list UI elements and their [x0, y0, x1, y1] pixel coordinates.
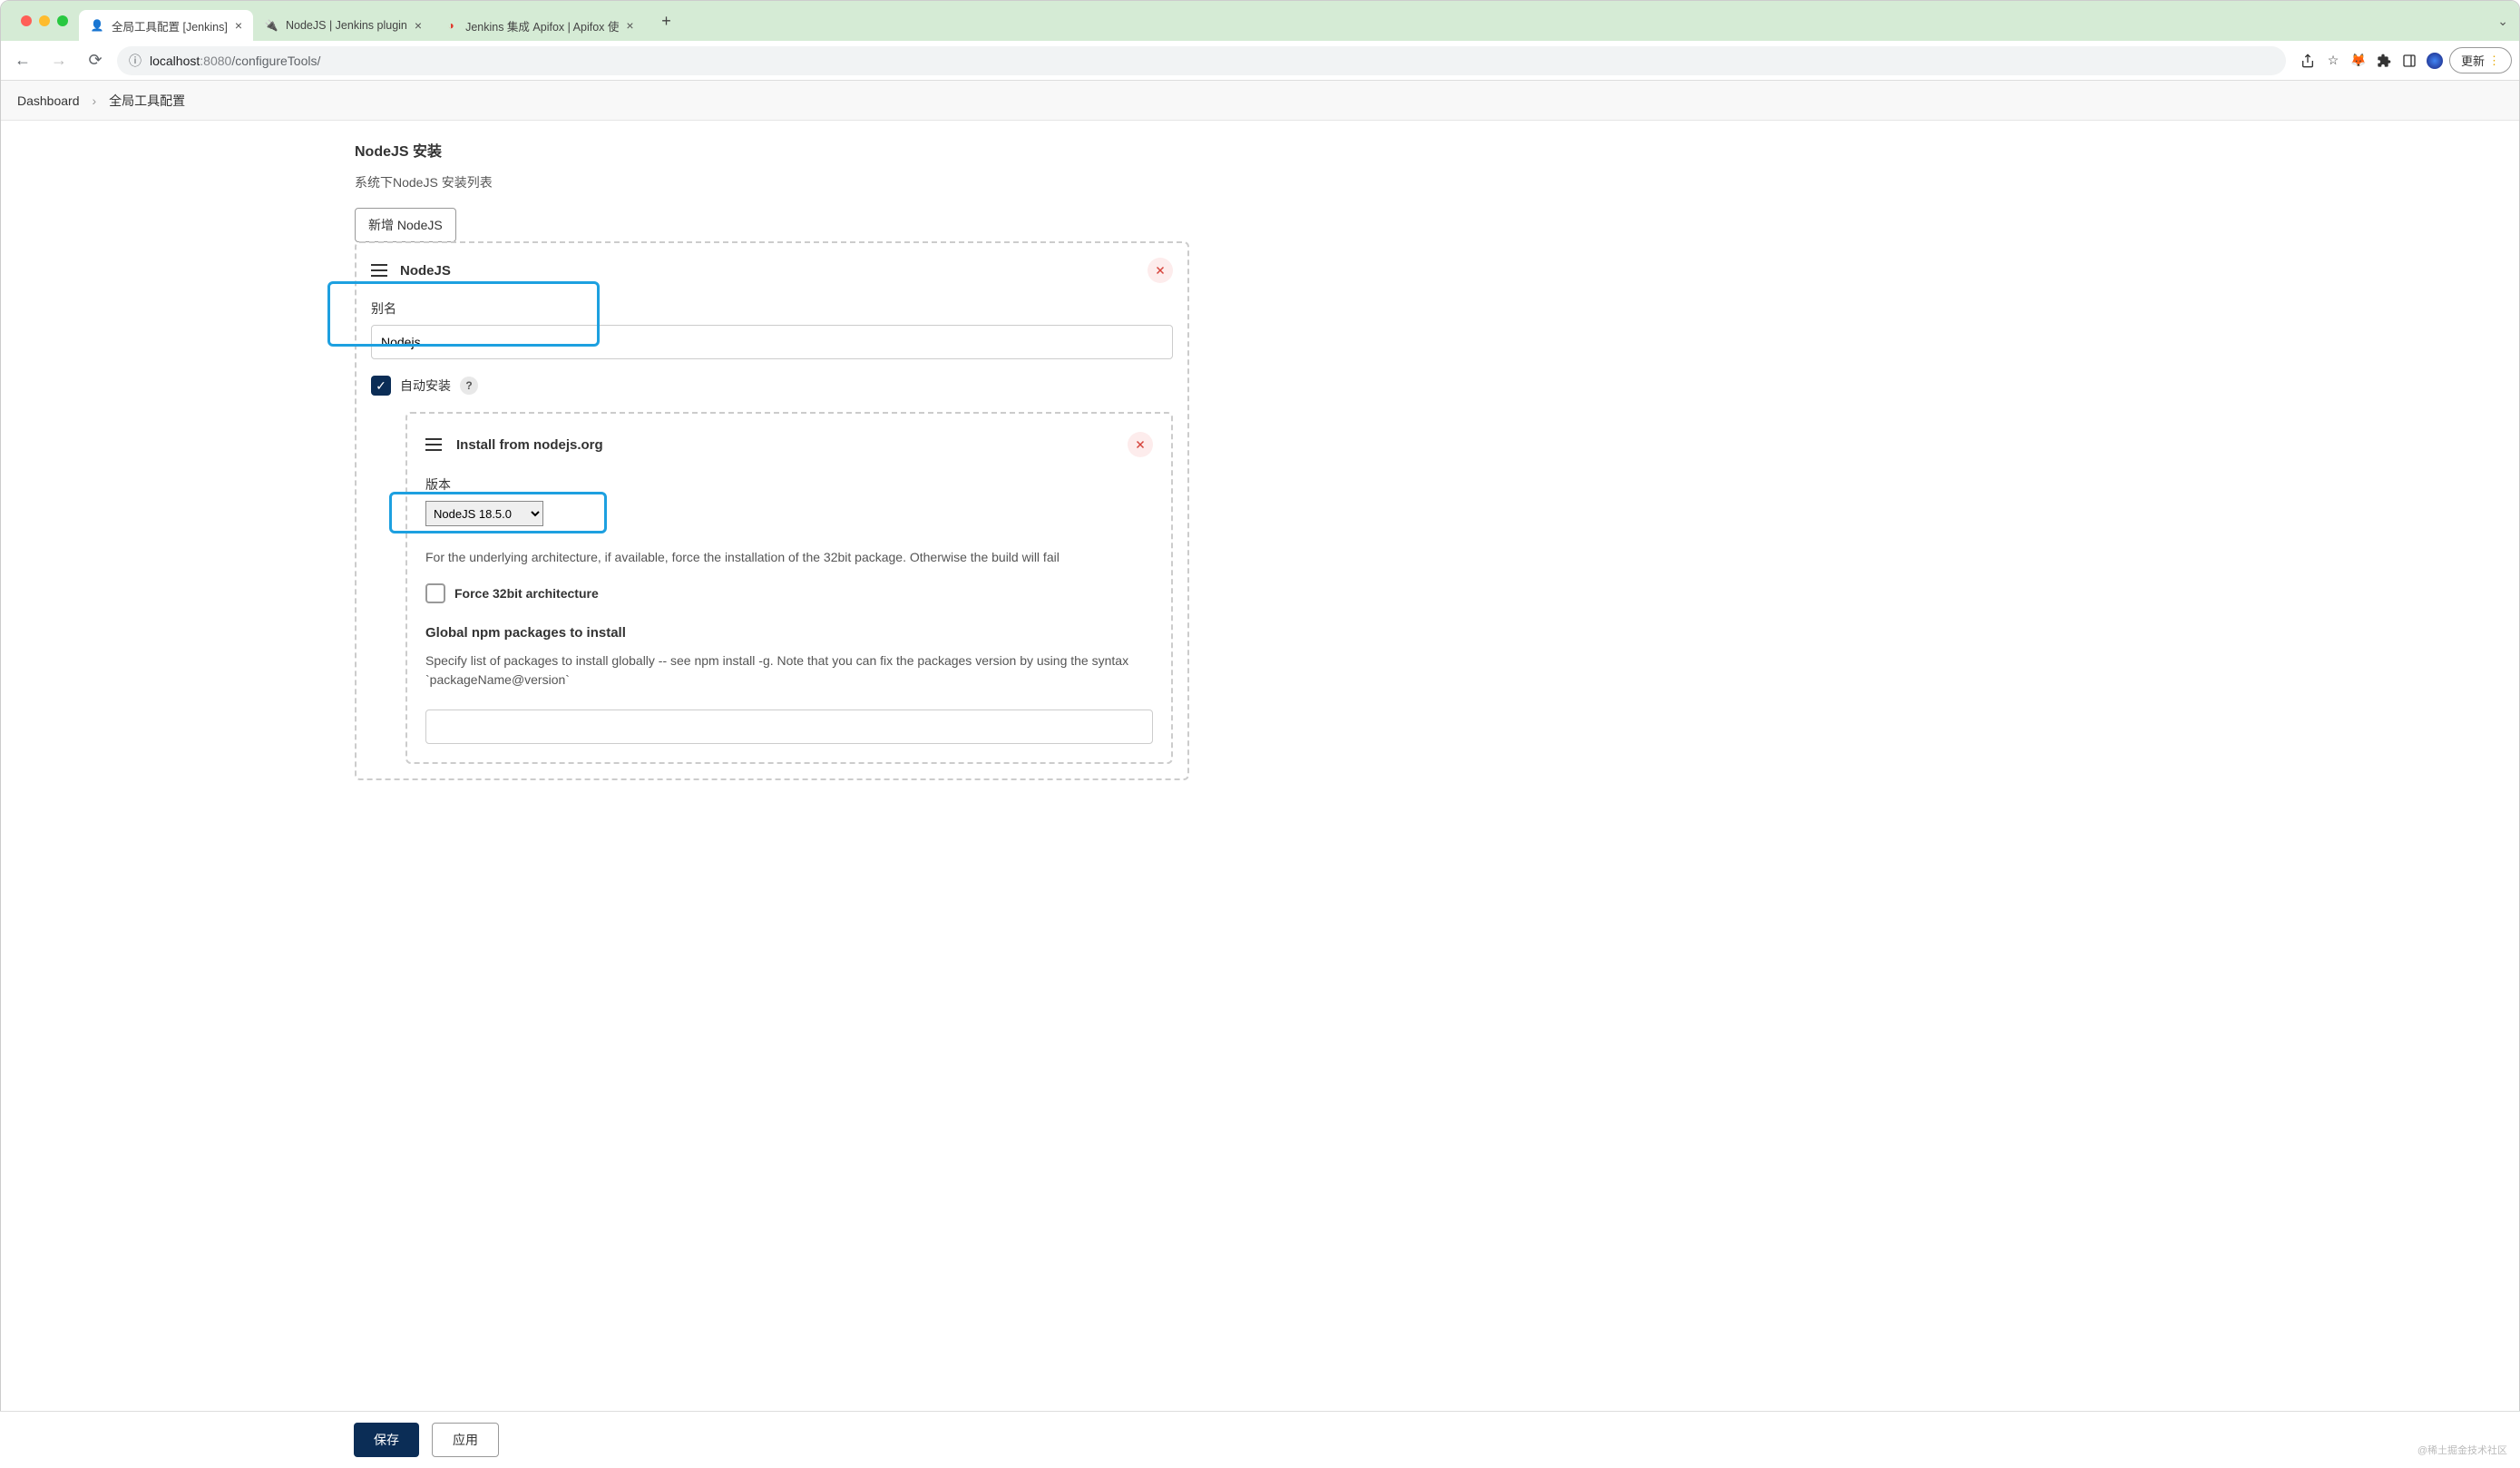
address-bar[interactable]: ⓘ localhost:8080/configureTools/	[117, 46, 2286, 75]
reload-button[interactable]: ⟳	[81, 46, 110, 75]
help-icon[interactable]: ?	[460, 377, 478, 395]
save-button[interactable]: 保存	[354, 1423, 419, 1457]
new-tab-button[interactable]: +	[654, 8, 679, 34]
window-close-button[interactable]	[21, 15, 32, 26]
site-info-icon[interactable]: ⓘ	[128, 54, 142, 68]
global-packages-label: Global npm packages to install	[425, 625, 1153, 641]
back-button[interactable]: ←	[8, 46, 37, 75]
tab-close-icon[interactable]: ×	[415, 18, 422, 33]
force-32bit-checkbox[interactable]	[425, 583, 445, 603]
browser-tab-1[interactable]: 🔌 NodeJS | Jenkins plugin ×	[253, 10, 433, 41]
breadcrumb-current[interactable]: 全局工具配置	[109, 92, 185, 110]
global-packages-help-text: Specify list of packages to install glob…	[425, 651, 1153, 690]
tab-title: Jenkins 集成 Apifox | Apifox 使	[465, 17, 619, 34]
jenkins-favicon: 👤	[90, 18, 104, 33]
tabs-dropdown-icon[interactable]: ⌄	[2497, 14, 2508, 28]
browser-toolbar: ← → ⟳ ⓘ localhost:8080/configureTools/ ☆…	[1, 41, 2519, 81]
sidepanel-icon[interactable]	[2398, 50, 2420, 72]
installer-title: Install from nodejs.org	[456, 437, 603, 453]
tab-title: NodeJS | Jenkins plugin	[286, 19, 407, 32]
url-host: localhost	[150, 54, 200, 68]
breadcrumb-separator-icon: ›	[93, 93, 97, 108]
breadcrumb-dashboard[interactable]: Dashboard	[17, 93, 80, 108]
tab-title: 全局工具配置 [Jenkins]	[112, 17, 228, 34]
apifox-favicon: ◑	[444, 18, 458, 33]
add-nodejs-button[interactable]: 新增 NodeJS	[355, 208, 456, 242]
share-icon[interactable]	[2297, 50, 2319, 72]
alias-input[interactable]	[371, 325, 1173, 359]
watermark-text: @稀土掘金技术社区	[2417, 1443, 2507, 1457]
force-32bit-label: Force 32bit architecture	[454, 586, 599, 601]
browser-tab-strip: 👤 全局工具配置 [Jenkins] × 🔌 NodeJS | Jenkins …	[1, 1, 2519, 41]
extensions-icon[interactable]	[2373, 50, 2395, 72]
menu-dots-icon: ⋮	[2488, 54, 2500, 68]
version-label: 版本	[425, 475, 1153, 494]
jenkins-plugin-favicon: 🔌	[264, 18, 278, 33]
remove-installer-button[interactable]	[1128, 432, 1153, 457]
auto-install-label: 自动安装	[400, 377, 451, 395]
window-traffic-lights	[10, 15, 79, 26]
section-title: NodeJS 安装	[355, 139, 1189, 161]
metamask-icon[interactable]: 🦊	[2348, 50, 2369, 72]
profile-icon[interactable]	[2424, 50, 2446, 72]
auto-install-checkbox[interactable]: ✓	[371, 376, 391, 396]
drag-handle-icon[interactable]	[371, 264, 387, 277]
nodejs-block-title: NodeJS	[400, 263, 451, 279]
remove-nodejs-button[interactable]	[1148, 258, 1173, 283]
section-subtitle: 系统下NodeJS 安装列表	[355, 173, 1189, 191]
breadcrumb: Dashboard › 全局工具配置	[1, 81, 2519, 121]
window-minimize-button[interactable]	[39, 15, 50, 26]
bookmark-icon[interactable]: ☆	[2322, 50, 2344, 72]
tab-close-icon[interactable]: ×	[235, 18, 242, 33]
update-button[interactable]: 更新 ⋮	[2449, 47, 2512, 73]
checkmark-icon: ✓	[376, 378, 386, 394]
url-port: :8080	[200, 54, 231, 68]
forward-button[interactable]: →	[44, 46, 73, 75]
drag-handle-icon[interactable]	[425, 438, 442, 451]
browser-tab-2[interactable]: ◑ Jenkins 集成 Apifox | Apifox 使 ×	[433, 10, 644, 41]
arch-help-text: For the underlying architecture, if avai…	[425, 548, 1153, 567]
global-packages-input[interactable]	[425, 710, 1153, 744]
apply-button[interactable]: 应用	[432, 1423, 499, 1457]
url-path: /configureTools/	[231, 54, 320, 68]
tab-close-icon[interactable]: ×	[626, 18, 633, 33]
alias-label: 别名	[371, 299, 1173, 318]
footer-bar: 保存 应用	[0, 1411, 2520, 1468]
window-maximize-button[interactable]	[57, 15, 68, 26]
browser-tab-0[interactable]: 👤 全局工具配置 [Jenkins] ×	[79, 10, 253, 41]
version-select[interactable]: NodeJS 18.5.0	[425, 501, 543, 526]
